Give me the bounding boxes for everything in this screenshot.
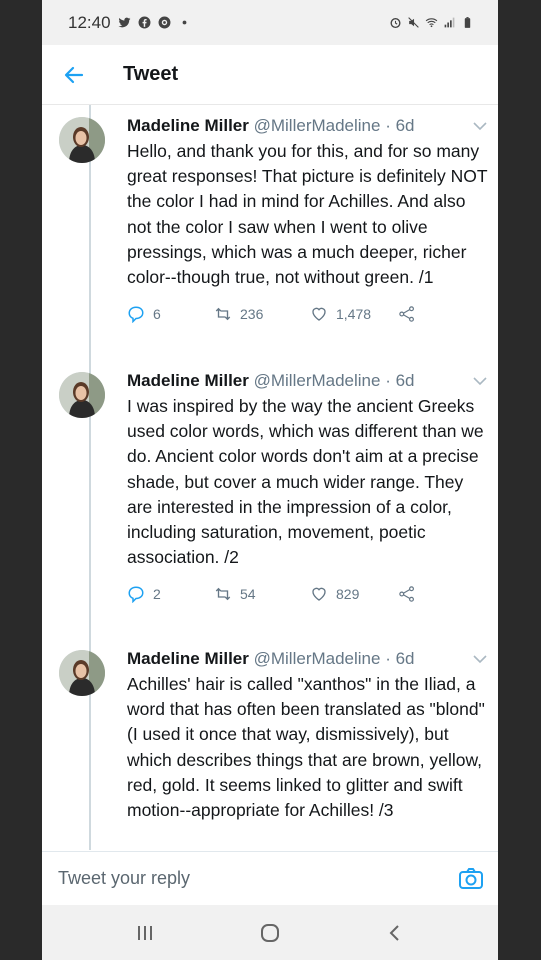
camera-icon[interactable] xyxy=(458,866,484,892)
tweet-actions: 2 54 829 xyxy=(127,582,487,606)
notification-dot-icon xyxy=(182,20,186,25)
back-icon[interactable] xyxy=(381,919,409,947)
retweet-button[interactable]: 54 xyxy=(214,585,310,603)
avatar-image xyxy=(59,117,105,163)
heart-icon xyxy=(312,588,326,602)
reply-icon xyxy=(128,306,144,324)
messenger-icon xyxy=(158,16,171,29)
tweet-time: · 6d xyxy=(380,116,415,135)
author-handle[interactable]: @MillerMadeline xyxy=(254,649,381,668)
mute-icon xyxy=(408,17,419,28)
tweet-header: Madeline Miller @MillerMadeline · 6d xyxy=(127,648,487,670)
author-name[interactable]: Madeline Miller xyxy=(127,649,249,668)
tweet-thread[interactable]: Madeline Miller @MillerMadeline · 6d Hel… xyxy=(42,105,498,850)
wifi-icon xyxy=(425,18,438,28)
avatar-image xyxy=(59,372,105,418)
reply-icon xyxy=(128,586,144,604)
chevron-down-icon[interactable] xyxy=(473,654,487,664)
share-button[interactable] xyxy=(398,585,416,603)
retweet-icon xyxy=(215,588,231,601)
reply-input[interactable] xyxy=(58,868,458,889)
tweet-time: · 6d xyxy=(380,649,415,668)
status-bar: 12:40 xyxy=(42,0,498,45)
status-time: 12:40 xyxy=(68,12,111,32)
alarm-icon xyxy=(390,18,401,29)
home-icon[interactable] xyxy=(256,919,284,947)
back-arrow-icon[interactable] xyxy=(62,63,86,87)
tweet-header: Madeline Miller @MillerMadeline · 6d xyxy=(127,370,487,392)
like-count: 1,478 xyxy=(336,306,372,323)
share-icon xyxy=(399,306,414,322)
like-button[interactable]: 829 xyxy=(310,585,398,603)
chevron-down-icon[interactable] xyxy=(473,121,487,131)
tweet-header: Madeline Miller @MillerMadeline · 6d xyxy=(127,115,487,137)
share-icon xyxy=(399,586,414,603)
page-title: Tweet xyxy=(123,63,179,85)
tweet-text: Achilles' hair is called "xanthos" in th… xyxy=(127,674,485,821)
tweet-actions: 6 236 1,478 xyxy=(127,302,487,326)
system-nav-bar xyxy=(42,905,498,960)
tweet-time: · 6d xyxy=(380,371,415,390)
retweet-button[interactable]: 236 xyxy=(214,305,310,323)
facebook-icon xyxy=(138,16,151,29)
recents-icon[interactable] xyxy=(131,919,159,947)
avatar[interactable] xyxy=(59,372,105,418)
signal-icon xyxy=(444,17,455,28)
author-handle[interactable]: @MillerMadeline xyxy=(254,371,381,390)
heart-icon xyxy=(312,307,326,322)
tweet-text: I was inspired by the way the ancient Gr… xyxy=(127,396,484,568)
reply-button[interactable]: 2 xyxy=(127,585,214,604)
retweet-icon xyxy=(215,308,231,321)
retweet-count: 236 xyxy=(240,306,264,323)
share-button[interactable] xyxy=(398,305,416,323)
author-name[interactable]: Madeline Miller xyxy=(127,371,249,390)
reply-count: 2 xyxy=(153,586,161,603)
like-count: 829 xyxy=(336,586,360,603)
battery-icon xyxy=(464,17,471,28)
reply-button[interactable]: 6 xyxy=(127,305,214,324)
reply-count: 6 xyxy=(153,306,161,323)
twitter-icon xyxy=(118,17,131,28)
reply-bar xyxy=(42,851,498,905)
chevron-down-icon[interactable] xyxy=(473,376,487,386)
retweet-count: 54 xyxy=(240,586,256,603)
author-handle[interactable]: @MillerMadeline xyxy=(254,116,381,135)
avatar[interactable] xyxy=(59,650,105,696)
app-bar: Tweet xyxy=(42,45,498,105)
like-button[interactable]: 1,478 xyxy=(310,305,398,323)
phone-screen: 12:40 Tweet Madeline Miller @MillerMadel… xyxy=(42,0,498,960)
thread-connector-line xyxy=(89,105,91,850)
author-name[interactable]: Madeline Miller xyxy=(127,116,249,135)
avatar-image xyxy=(59,650,105,696)
avatar[interactable] xyxy=(59,117,105,163)
tweet-text: Hello, and thank you for this, and for s… xyxy=(127,141,488,288)
